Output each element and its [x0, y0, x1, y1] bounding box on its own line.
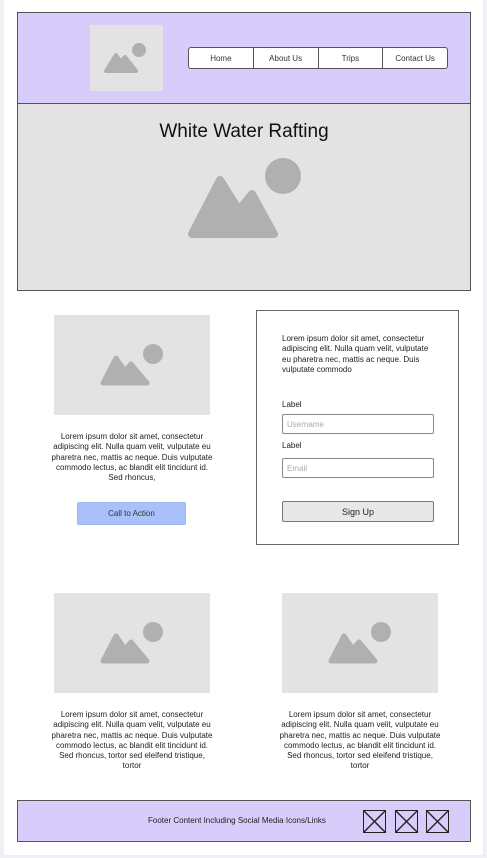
email-label: Label: [282, 441, 302, 450]
card-text: Lorem ipsum dolor sit amet, consectetur …: [51, 710, 213, 771]
social-link-3-icon[interactable]: [426, 810, 449, 833]
username-label: Label: [282, 400, 302, 409]
footer-text: Footer Content Including Social Media Ic…: [148, 816, 326, 825]
nav-home[interactable]: Home: [189, 48, 254, 68]
card-image: [54, 593, 210, 693]
social-placeholder-icon: [396, 811, 417, 832]
hero-banner: White Water Rafting: [17, 103, 471, 291]
form-description: Lorem ipsum dolor sit amet, consectetur …: [282, 334, 429, 374]
card-image: [282, 593, 438, 693]
logo[interactable]: [90, 25, 163, 91]
logo-image-icon: [104, 43, 146, 73]
site-footer: Footer Content Including Social Media Ic…: [17, 800, 471, 842]
card-text: Lorem ipsum dolor sit amet, consectetur …: [279, 710, 441, 771]
image-placeholder-icon: [100, 344, 163, 386]
social-link-1-icon[interactable]: [363, 810, 386, 833]
social-link-2-icon[interactable]: [395, 810, 418, 833]
image-placeholder-icon: [100, 622, 163, 664]
image-placeholder-icon: [328, 622, 391, 664]
call-to-action-button[interactable]: Call to Action: [77, 502, 186, 525]
signup-form: Lorem ipsum dolor sit amet, consectetur …: [256, 310, 459, 545]
hero-title: White Water Rafting: [159, 121, 329, 142]
email-input[interactable]: [282, 458, 434, 478]
main-nav: Home About Us Trips Contact Us: [188, 47, 448, 69]
nav-about-us[interactable]: About Us: [254, 48, 319, 68]
username-input[interactable]: [282, 414, 434, 434]
feature-text: Lorem ipsum dolor sit amet, consectetur …: [51, 432, 213, 483]
social-placeholder-icon: [364, 811, 385, 832]
social-placeholder-icon: [427, 811, 448, 832]
nav-contact-us[interactable]: Contact Us: [383, 48, 447, 68]
nav-trips[interactable]: Trips: [319, 48, 384, 68]
sign-up-button[interactable]: Sign Up: [282, 501, 434, 522]
hero-image-icon: [188, 158, 301, 238]
feature-image: [54, 315, 210, 415]
